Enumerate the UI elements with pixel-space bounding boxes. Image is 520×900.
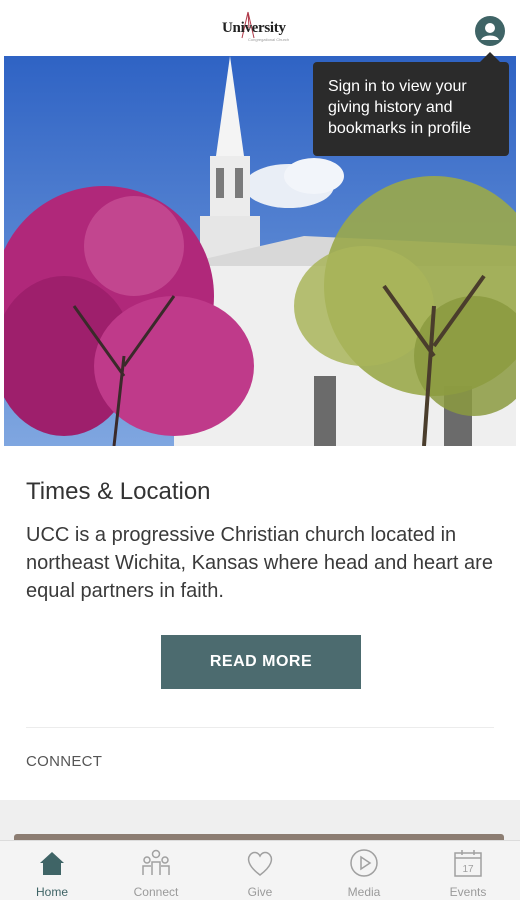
- calendar-icon: 17: [454, 850, 482, 877]
- logo-text: University: [222, 20, 286, 36]
- user-circle-icon: [481, 23, 499, 40]
- heart-icon: [247, 851, 273, 876]
- people-icon: [142, 849, 170, 875]
- app-header: University Congregational Church: [0, 0, 520, 56]
- play-icon: [350, 849, 378, 877]
- logo-subtext: Congregational Church: [248, 37, 290, 42]
- section-label-connect: CONNECT: [26, 753, 103, 770]
- section-divider: [26, 727, 494, 728]
- calendar-date: 17: [462, 864, 474, 875]
- tooltip-arrow: [480, 52, 500, 62]
- profile-button[interactable]: [475, 16, 505, 46]
- tab-connect[interactable]: Connect: [104, 841, 208, 900]
- read-more-button[interactable]: READ MORE: [161, 635, 361, 689]
- tab-give[interactable]: Give: [208, 841, 312, 900]
- card-description: UCC is a progressive Christian church lo…: [26, 524, 493, 602]
- tab-media[interactable]: Media: [312, 841, 416, 900]
- tab-label: Home: [35, 885, 68, 899]
- tab-label: Give: [247, 885, 273, 899]
- tooltip-text: Sign in to view your giving history and …: [328, 78, 472, 137]
- tab-home[interactable]: Home: [0, 841, 104, 900]
- tab-label: Media: [347, 885, 381, 899]
- tab-label: Events: [449, 885, 487, 899]
- bottom-tab-bar: Home Connect Give Media 17 Events: [0, 840, 520, 900]
- card-title: Times & Location: [26, 478, 211, 505]
- sign-in-tooltip[interactable]: Sign in to view your giving history and …: [313, 62, 509, 156]
- tab-events[interactable]: 17 Events: [416, 841, 520, 900]
- home-icon: [40, 852, 64, 875]
- tab-label: Connect: [133, 885, 179, 899]
- church-logo[interactable]: University Congregational Church: [218, 8, 304, 46]
